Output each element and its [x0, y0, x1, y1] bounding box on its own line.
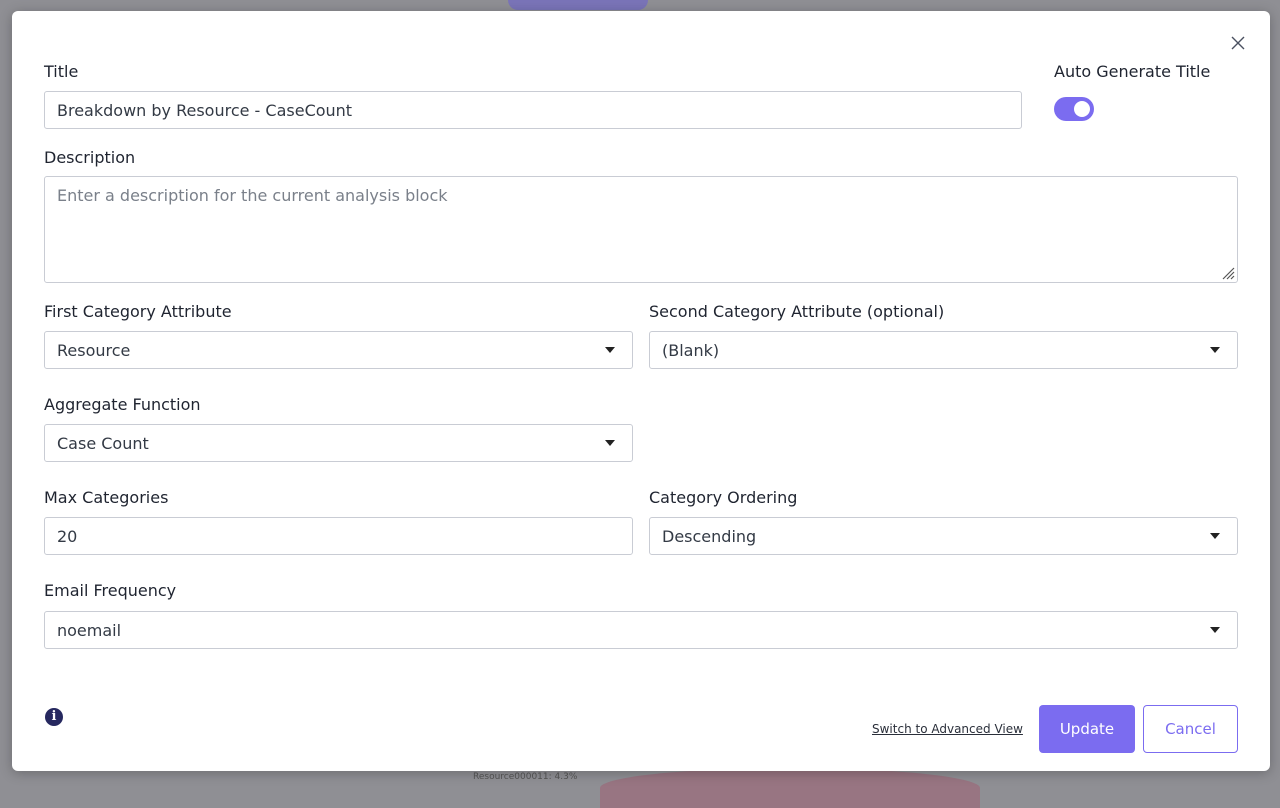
second-category-select[interactable]: (Blank): [649, 331, 1238, 369]
email-frequency-label: Email Frequency: [44, 581, 177, 600]
first-category-value: Resource: [57, 340, 131, 360]
email-frequency-select[interactable]: noemail: [44, 611, 1238, 649]
background-chart: [600, 768, 980, 808]
email-frequency-value: noemail: [57, 620, 122, 640]
title-input-value: Breakdown by Resource - CaseCount: [57, 100, 353, 120]
chevron-down-icon: [605, 440, 615, 446]
category-ordering-value: Descending: [662, 526, 757, 546]
chevron-down-icon: [605, 347, 615, 353]
max-categories-value: 20: [57, 526, 78, 546]
category-ordering-select[interactable]: Descending: [649, 517, 1238, 555]
aggregate-function-value: Case Count: [57, 433, 149, 453]
resize-handle-icon[interactable]: [1219, 264, 1235, 280]
title-label: Title: [44, 62, 79, 81]
auto-generate-title-toggle[interactable]: [1054, 97, 1094, 121]
category-ordering-label: Category Ordering: [649, 488, 798, 507]
first-category-label: First Category Attribute: [44, 302, 232, 321]
auto-generate-title-label: Auto Generate Title: [1054, 62, 1211, 81]
chevron-down-icon: [1210, 533, 1220, 539]
aggregate-function-select[interactable]: Case Count: [44, 424, 633, 462]
info-icon[interactable]: i: [45, 708, 63, 726]
switch-to-advanced-view-link[interactable]: Switch to Advanced View: [872, 722, 1023, 736]
toggle-knob: [1074, 101, 1090, 117]
cancel-button[interactable]: Cancel: [1143, 705, 1238, 753]
second-category-value: (Blank): [662, 340, 720, 360]
aggregate-function-label: Aggregate Function: [44, 395, 201, 414]
description-textarea[interactable]: Enter a description for the current anal…: [44, 176, 1238, 283]
max-categories-input[interactable]: 20: [44, 517, 633, 555]
first-category-select[interactable]: Resource: [44, 331, 633, 369]
description-placeholder: Enter a description for the current anal…: [57, 186, 448, 205]
chevron-down-icon: [1210, 627, 1220, 633]
chevron-down-icon: [1210, 347, 1220, 353]
title-input[interactable]: Breakdown by Resource - CaseCount: [44, 91, 1022, 129]
close-icon[interactable]: [1230, 35, 1246, 51]
background-chart-label: Resource000011: 4.3%: [473, 772, 578, 782]
edit-analysis-dialog: Title Breakdown by Resource - CaseCount …: [12, 11, 1270, 771]
max-categories-label: Max Categories: [44, 488, 169, 507]
background-tab: [508, 0, 648, 10]
description-label: Description: [44, 148, 136, 167]
second-category-label: Second Category Attribute (optional): [649, 302, 945, 321]
update-button[interactable]: Update: [1039, 705, 1135, 753]
